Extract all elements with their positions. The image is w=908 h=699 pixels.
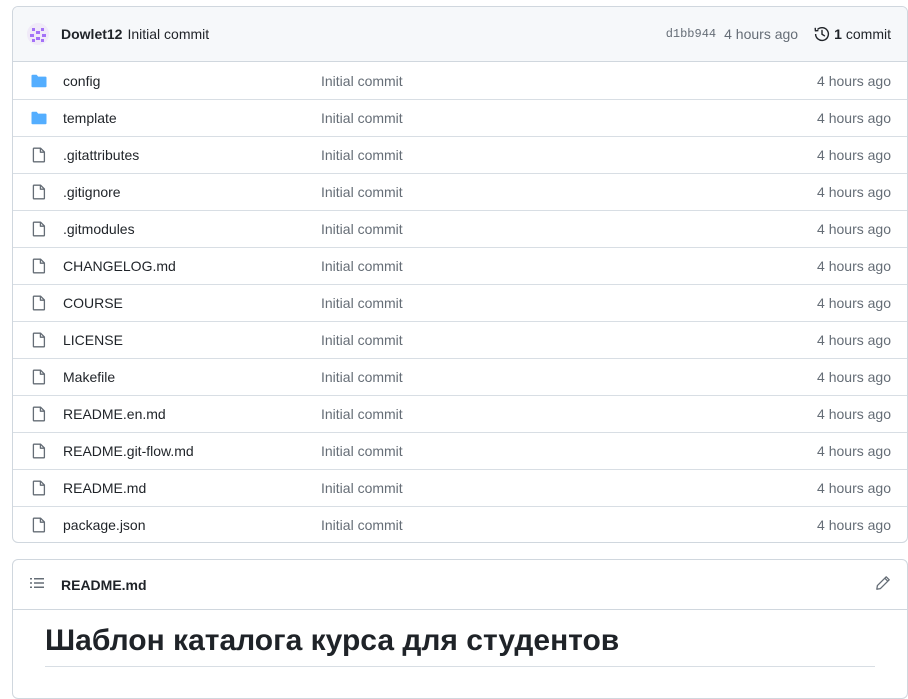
readme-filename-link[interactable]: README.md: [61, 577, 147, 593]
identicon-icon: [27, 23, 49, 45]
file-commit-message-link[interactable]: Initial commit: [321, 480, 817, 496]
file-list: config Initial commit 4 hours ago template I…: [13, 62, 907, 542]
file-row[interactable]: package.json Initial commit 4 hours ago: [13, 506, 907, 542]
file-commit-message-link[interactable]: Initial commit: [321, 443, 817, 459]
file-commit-time: 4 hours ago: [817, 221, 891, 237]
file-commit-time: 4 hours ago: [817, 295, 891, 311]
file-commit-message-link[interactable]: Initial commit: [321, 258, 817, 274]
history-count: 1: [834, 26, 842, 42]
file-row[interactable]: template Initial commit 4 hours ago: [13, 99, 907, 136]
file-name-link[interactable]: Makefile: [63, 369, 321, 385]
file-icon: [31, 480, 47, 496]
file-browser: Dowlet12 Initial commit d1bb944 4 hours …: [12, 6, 908, 543]
file-commit-time: 4 hours ago: [817, 369, 891, 385]
readme-heading: Шаблон каталога курса для студентов: [45, 624, 875, 667]
file-icon: [31, 184, 47, 200]
file-commit-time: 4 hours ago: [817, 147, 891, 163]
commit-author-link[interactable]: Dowlet12: [61, 26, 122, 42]
file-icon: [31, 221, 47, 237]
file-name-link[interactable]: template: [63, 110, 321, 126]
file-commit-time: 4 hours ago: [817, 184, 891, 200]
file-commit-message-link[interactable]: Initial commit: [321, 110, 817, 126]
file-name-link[interactable]: config: [63, 73, 321, 89]
commit-message-link[interactable]: Initial commit: [127, 26, 209, 42]
readme-panel: README.md Шаблон каталога курса для студ…: [12, 559, 908, 699]
file-name-link[interactable]: README.en.md: [63, 406, 321, 422]
file-row[interactable]: LICENSE Initial commit 4 hours ago: [13, 321, 907, 358]
commit-sha-link[interactable]: d1bb944: [666, 27, 716, 41]
file-icon: [31, 443, 47, 459]
history-icon: [814, 27, 830, 42]
file-name-link[interactable]: README.md: [63, 480, 321, 496]
folder-icon: [31, 110, 47, 126]
file-commit-message-link[interactable]: Initial commit: [321, 73, 817, 89]
file-commit-message-link[interactable]: Initial commit: [321, 369, 817, 385]
latest-commit-bar: Dowlet12 Initial commit d1bb944 4 hours …: [13, 7, 907, 62]
author-avatar[interactable]: [27, 23, 49, 45]
file-icon: [31, 258, 47, 274]
file-row[interactable]: README.git-flow.md Initial commit 4 hours …: [13, 432, 907, 469]
file-commit-message-link[interactable]: Initial commit: [321, 295, 817, 311]
file-row[interactable]: config Initial commit 4 hours ago: [13, 62, 907, 99]
file-commit-time: 4 hours ago: [817, 72, 891, 89]
file-icon: [31, 369, 47, 385]
folder-icon: [31, 73, 47, 89]
commit-time: 4 hours ago: [724, 26, 799, 42]
readme-header: README.md: [13, 560, 907, 610]
file-name-link[interactable]: .gitmodules: [63, 221, 321, 237]
file-row[interactable]: .gitmodules Initial commit 4 hours ago: [13, 210, 907, 247]
file-commit-message-link[interactable]: Initial commit: [321, 332, 817, 348]
file-icon: [31, 332, 47, 348]
pencil-icon: [876, 576, 890, 590]
file-row[interactable]: Makefile Initial commit 4 hours ago: [13, 358, 907, 395]
file-name-link[interactable]: COURSE: [63, 295, 321, 311]
file-icon: [31, 517, 47, 533]
file-name-link[interactable]: CHANGELOG.md: [63, 258, 321, 274]
file-row[interactable]: CHANGELOG.md Initial commit 4 hours ago: [13, 247, 907, 284]
file-commit-message-link[interactable]: Initial commit: [321, 406, 817, 422]
file-commit-time: 4 hours ago: [817, 517, 891, 533]
file-row[interactable]: .gitattributes Initial commit 4 hours ago: [13, 136, 907, 173]
file-commit-message-link[interactable]: Initial commit: [321, 221, 817, 237]
commit-history-link[interactable]: 1 commit: [814, 26, 891, 42]
file-commit-time: 4 hours ago: [817, 110, 891, 126]
file-row[interactable]: .gitignore Initial commit 4 hours ago: [13, 173, 907, 210]
file-commit-time: 4 hours ago: [817, 406, 891, 422]
file-name-link[interactable]: .gitignore: [63, 184, 321, 200]
file-commit-message-link[interactable]: Initial commit: [321, 184, 817, 200]
file-name-link[interactable]: LICENSE: [63, 332, 321, 348]
file-name-link[interactable]: package.json: [63, 517, 321, 533]
readme-content: Шаблон каталога курса для студентов: [13, 610, 907, 667]
file-commit-message-link[interactable]: Initial commit: [321, 147, 817, 163]
outline-list-icon[interactable]: [29, 575, 45, 594]
history-label: commit: [845, 26, 891, 42]
file-row[interactable]: COURSE Initial commit 4 hours ago: [13, 284, 907, 321]
file-name-link[interactable]: README.git-flow.md: [63, 443, 321, 459]
file-commit-time: 4 hours ago: [817, 258, 891, 274]
file-commit-time: 4 hours ago: [817, 332, 891, 348]
file-icon: [31, 406, 47, 422]
file-commit-time: 4 hours ago: [817, 443, 891, 459]
file-row[interactable]: README.en.md Initial commit 4 hours ago: [13, 395, 907, 432]
file-icon: [31, 295, 47, 311]
edit-readme-button[interactable]: [875, 575, 891, 594]
file-name-link[interactable]: .gitattributes: [63, 147, 321, 163]
file-icon: [31, 147, 47, 163]
file-commit-message-link[interactable]: Initial commit: [321, 517, 817, 533]
file-commit-time: 4 hours ago: [817, 480, 891, 496]
file-row[interactable]: README.md Initial commit 4 hours ago: [13, 469, 907, 506]
